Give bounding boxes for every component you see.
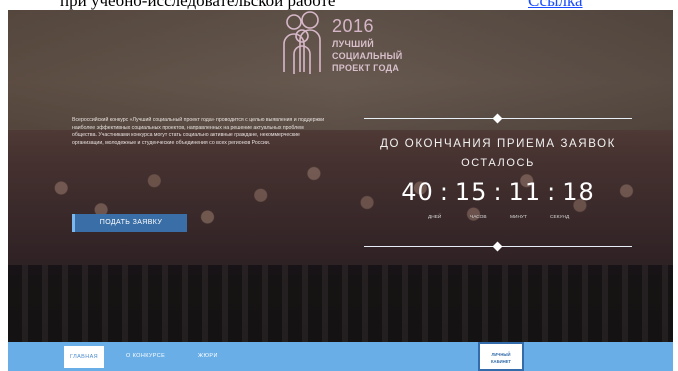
site-logo[interactable]: 2016 ЛУЧШИЙ СОЦИАЛЬНЫЙ ПРОЕКТ ГОДА (278, 10, 428, 82)
countdown-days: 40 (401, 178, 434, 206)
label-hours: ЧАСОВ (470, 215, 487, 220)
top-link[interactable]: Ссылка (528, 0, 583, 10)
badge-line-1: ЛИЧНЫЙ (491, 352, 511, 357)
countdown-title: ДО ОКОНЧАНИЯ ПРИЕМА ЗАЯВОК (380, 138, 616, 150)
countdown-minutes: 11 (508, 178, 542, 206)
logo-year: 2016 (332, 16, 375, 36)
badge-line-2: КАБИНЕТ (491, 359, 511, 364)
nav-item-jury[interactable]: ЖЮРИ (198, 353, 218, 359)
countdown-timer: 40:15:11:18 (401, 178, 595, 206)
label-days: ДНЕЙ (428, 215, 442, 220)
logo-line-2: СОЦИАЛЬНЫЙ (332, 51, 403, 61)
contest-description: Всероссийский конкурс «Лучший социальный… (72, 117, 325, 146)
apply-button[interactable]: ПОДАТЬ ЗАЯВКУ (72, 214, 187, 232)
countdown-hours: 15 (454, 178, 488, 206)
personal-account-button[interactable]: ЛИЧНЫЙ КАБИНЕТ (478, 342, 524, 371)
countdown-panel: ДО ОКОНЧАНИЯ ПРИЕМА ЗАЯВОК ОСТАЛОСЬ 40:1… (364, 113, 632, 252)
logo-line-3: ПРОЕКТ ГОДА (332, 63, 400, 73)
logo-line-1: ЛУЧШИЙ (332, 39, 375, 49)
label-seconds: СЕКУНД (550, 215, 570, 220)
top-text: при учебно-исследовательской работе (60, 0, 336, 10)
label-minutes: МИНУТ (510, 215, 527, 220)
nav-item-about[interactable]: О КОНКУРСЕ (126, 353, 165, 359)
people-logo-icon (283, 11, 321, 74)
nav-item-home[interactable]: ГЛАВНАЯ (64, 346, 105, 368)
countdown-seconds: 18 (562, 178, 595, 206)
top-text-strip: при учебно-исследовательской работе Ссыл… (0, 0, 678, 10)
countdown-subtitle: ОСТАЛОСЬ (461, 157, 535, 169)
main-navigation: ГЛАВНАЯ О КОНКУРСЕ ЖЮРИ (8, 342, 673, 371)
